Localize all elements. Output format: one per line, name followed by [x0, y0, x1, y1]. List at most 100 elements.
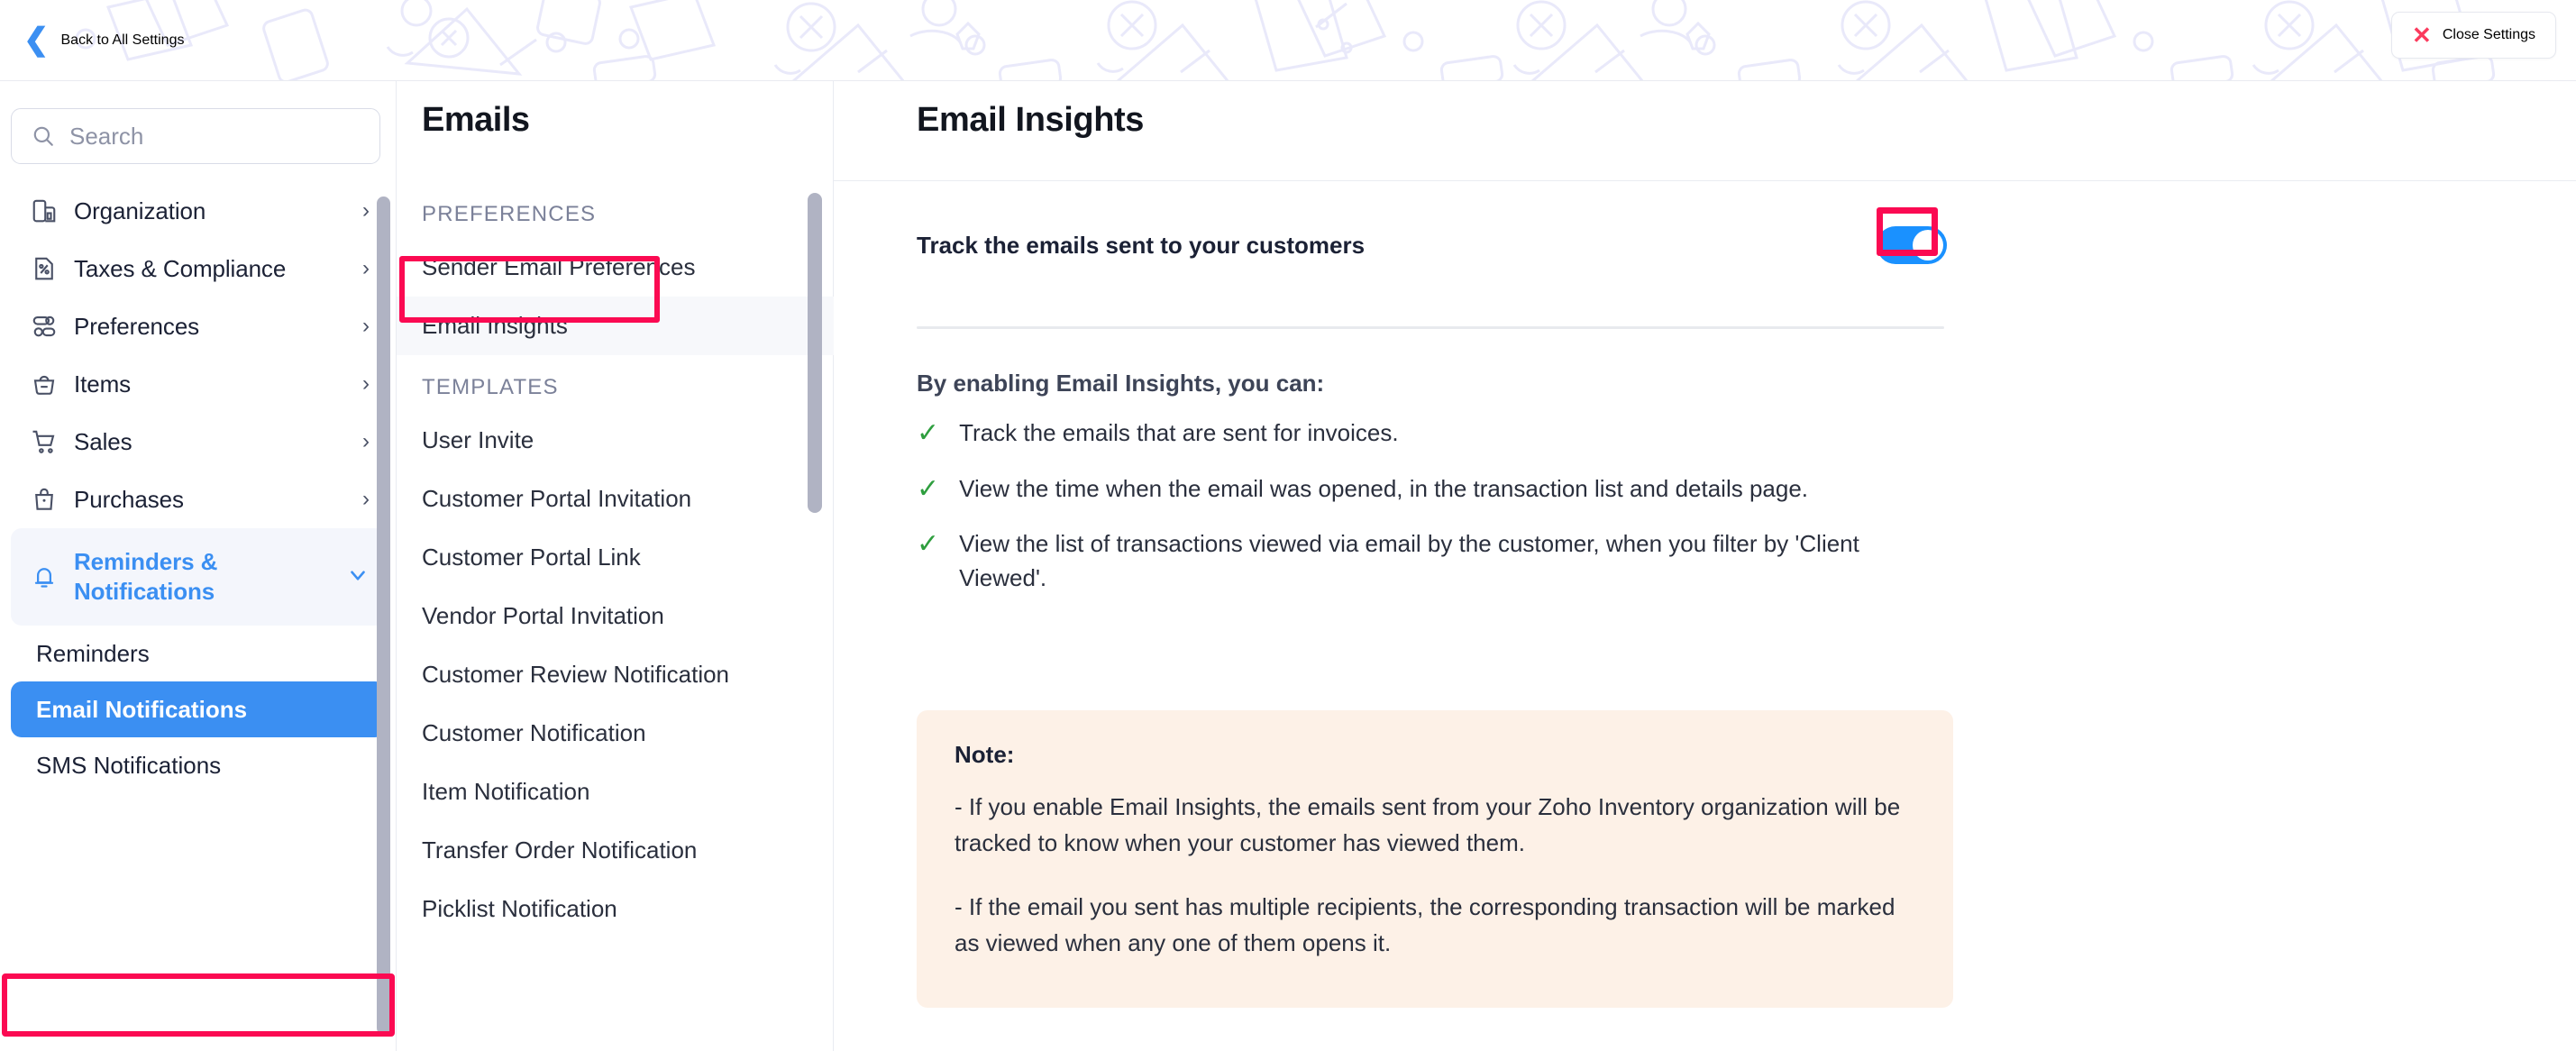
section-heading-templates: TEMPLATES	[397, 355, 834, 411]
search-input[interactable]	[69, 123, 360, 151]
sidebar-item-purchases[interactable]: Purchases ›	[11, 471, 386, 528]
mid-item-user-invite[interactable]: User Invite	[397, 411, 834, 470]
check-icon: ✓	[917, 472, 939, 507]
sidebar-subitem-label: Email Notifications	[36, 696, 247, 724]
note-paragraph: - If you enable Email Insights, the emai…	[955, 789, 1915, 862]
mid-item-label: Transfer Order Notification	[422, 836, 697, 864]
email-insights-panel: Email Insights Track the emails sent to …	[834, 81, 2576, 1051]
search-icon	[32, 124, 55, 148]
mid-item-customer-portal-invitation[interactable]: Customer Portal Invitation	[397, 470, 834, 528]
back-to-all-settings-link[interactable]: ❮ Back to All Settings	[16, 0, 191, 81]
benefit-text: Track the emails that are sent for invoi…	[959, 416, 1398, 451]
close-x-icon: ✕	[2412, 23, 2432, 47]
mid-item-customer-portal-link[interactable]: Customer Portal Link	[397, 528, 834, 587]
sidebar-subitem-email-notifications[interactable]: Email Notifications	[11, 681, 386, 737]
mid-item-label: Picklist Notification	[422, 895, 617, 923]
sidebar-subitem-label: Reminders	[36, 640, 150, 668]
check-icon: ✓	[917, 416, 939, 451]
bell-icon	[29, 563, 59, 590]
sidebar-item-items[interactable]: Items ›	[11, 355, 386, 413]
toggle-knob	[1913, 230, 1943, 260]
tax-document-icon	[29, 255, 59, 282]
mid-item-label: User Invite	[422, 426, 534, 454]
emails-panel: Emails PREFERENCES Sender Email Preferen…	[397, 81, 834, 1051]
bag-icon	[29, 486, 59, 513]
sidebar-item-label: Items	[74, 370, 362, 398]
mid-item-customer-notification[interactable]: Customer Notification	[397, 704, 834, 763]
header-divider	[834, 180, 2576, 181]
organization-icon	[29, 197, 59, 224]
chevron-right-icon: ›	[362, 200, 370, 222]
sidebar-item-label: Taxes & Compliance	[74, 255, 362, 283]
sidebar-scrollbar[interactable]	[377, 196, 390, 1035]
sidebar-subitem-reminders[interactable]: Reminders	[11, 626, 386, 681]
benefit-item: ✓ Track the emails that are sent for inv…	[917, 416, 1944, 451]
chevron-left-icon: ❮	[23, 24, 50, 55]
mid-item-label: Customer Portal Link	[422, 544, 641, 571]
sidebar-subitem-label: SMS Notifications	[36, 752, 221, 780]
mid-item-item-notification[interactable]: Item Notification	[397, 763, 834, 821]
settings-body: Organization › Taxes & Compliance ›	[0, 81, 2576, 1051]
mid-item-transfer-order-notification[interactable]: Transfer Order Notification	[397, 821, 834, 880]
mid-item-label: Sender Email Preferences	[422, 253, 695, 281]
track-emails-toggle[interactable]	[1877, 226, 1947, 264]
sidebar-item-sales[interactable]: Sales ›	[11, 413, 386, 471]
section-divider	[917, 326, 1944, 329]
basket-icon	[29, 370, 59, 398]
note-title: Note:	[955, 741, 1915, 769]
track-emails-label: Track the emails sent to your customers	[917, 232, 1365, 260]
sidebar-item-preferences[interactable]: Preferences ›	[11, 297, 386, 355]
sidebar-item-organization[interactable]: Organization ›	[11, 182, 386, 240]
benefit-item: ✓ View the time when the email was opene…	[917, 472, 1944, 507]
search-box[interactable]	[11, 108, 380, 164]
track-emails-row: Track the emails sent to your customers	[917, 207, 1947, 283]
settings-sidebar: Organization › Taxes & Compliance ›	[0, 81, 397, 1051]
chevron-right-icon: ›	[362, 315, 370, 337]
sidebar-item-label: Preferences	[74, 313, 362, 341]
sidebar-subitem-sms-notifications[interactable]: SMS Notifications	[11, 737, 386, 793]
top-bar: ❮ Back to All Settings ✕ Close Settings	[0, 0, 2576, 81]
sidebar-item-label: Reminders & Notifications	[74, 547, 346, 608]
chevron-right-icon: ›	[362, 431, 370, 452]
mid-item-label: Customer Portal Invitation	[422, 485, 691, 513]
sidebar-item-label: Organization	[74, 197, 362, 225]
chevron-down-icon	[346, 563, 370, 591]
mid-item-customer-review-notification[interactable]: Customer Review Notification	[397, 645, 834, 704]
mid-item-label: Customer Review Notification	[422, 661, 729, 689]
note-paragraph: - If the email you sent has multiple rec…	[955, 889, 1915, 962]
sidebar-item-taxes-compliance[interactable]: Taxes & Compliance ›	[11, 240, 386, 297]
mid-item-label: Vendor Portal Invitation	[422, 602, 664, 630]
decorative-pattern	[0, 0, 2576, 81]
chevron-right-icon: ›	[362, 489, 370, 510]
benefits-list: ✓ Track the emails that are sent for inv…	[917, 416, 1944, 617]
note-box: Note: - If you enable Email Insights, th…	[917, 710, 1953, 1008]
mid-item-label: Customer Notification	[422, 719, 646, 747]
benefit-text: View the time when the email was opened,…	[959, 472, 1808, 507]
benefit-text: View the list of transactions viewed via…	[959, 527, 1914, 595]
check-icon: ✓	[917, 527, 939, 562]
chevron-right-icon: ›	[362, 373, 370, 395]
mid-item-email-insights[interactable]: Email Insights	[397, 297, 834, 355]
enable-intro-text: By enabling Email Insights, you can:	[917, 370, 1324, 398]
benefit-item: ✓ View the list of transactions viewed v…	[917, 527, 1944, 595]
cart-icon	[29, 428, 59, 455]
page-title: Email Insights	[917, 101, 1144, 140]
sliders-icon	[29, 313, 59, 340]
emails-panel-scrollbar[interactable]	[808, 193, 822, 513]
emails-panel-title: Emails	[422, 101, 530, 140]
back-to-all-settings-label: Back to All Settings	[61, 32, 185, 49]
chevron-right-icon: ›	[362, 258, 370, 279]
close-settings-button[interactable]: ✕ Close Settings	[2391, 12, 2556, 59]
sidebar-item-label: Sales	[74, 428, 362, 456]
emails-panel-list: PREFERENCES Sender Email Preferences Ema…	[397, 182, 834, 1051]
mid-item-label: Item Notification	[422, 778, 589, 806]
close-settings-label: Close Settings	[2443, 27, 2535, 43]
sidebar-item-reminders-notifications[interactable]: Reminders & Notifications	[11, 528, 386, 626]
sidebar-item-label: Purchases	[74, 486, 362, 514]
mid-item-sender-email-preferences[interactable]: Sender Email Preferences	[397, 238, 834, 297]
section-heading-preferences: PREFERENCES	[397, 182, 834, 238]
sidebar-nav: Organization › Taxes & Compliance ›	[0, 182, 397, 1051]
mid-item-label: Email Insights	[422, 312, 568, 340]
mid-item-vendor-portal-invitation[interactable]: Vendor Portal Invitation	[397, 587, 834, 645]
mid-item-picklist-notification[interactable]: Picklist Notification	[397, 880, 834, 938]
